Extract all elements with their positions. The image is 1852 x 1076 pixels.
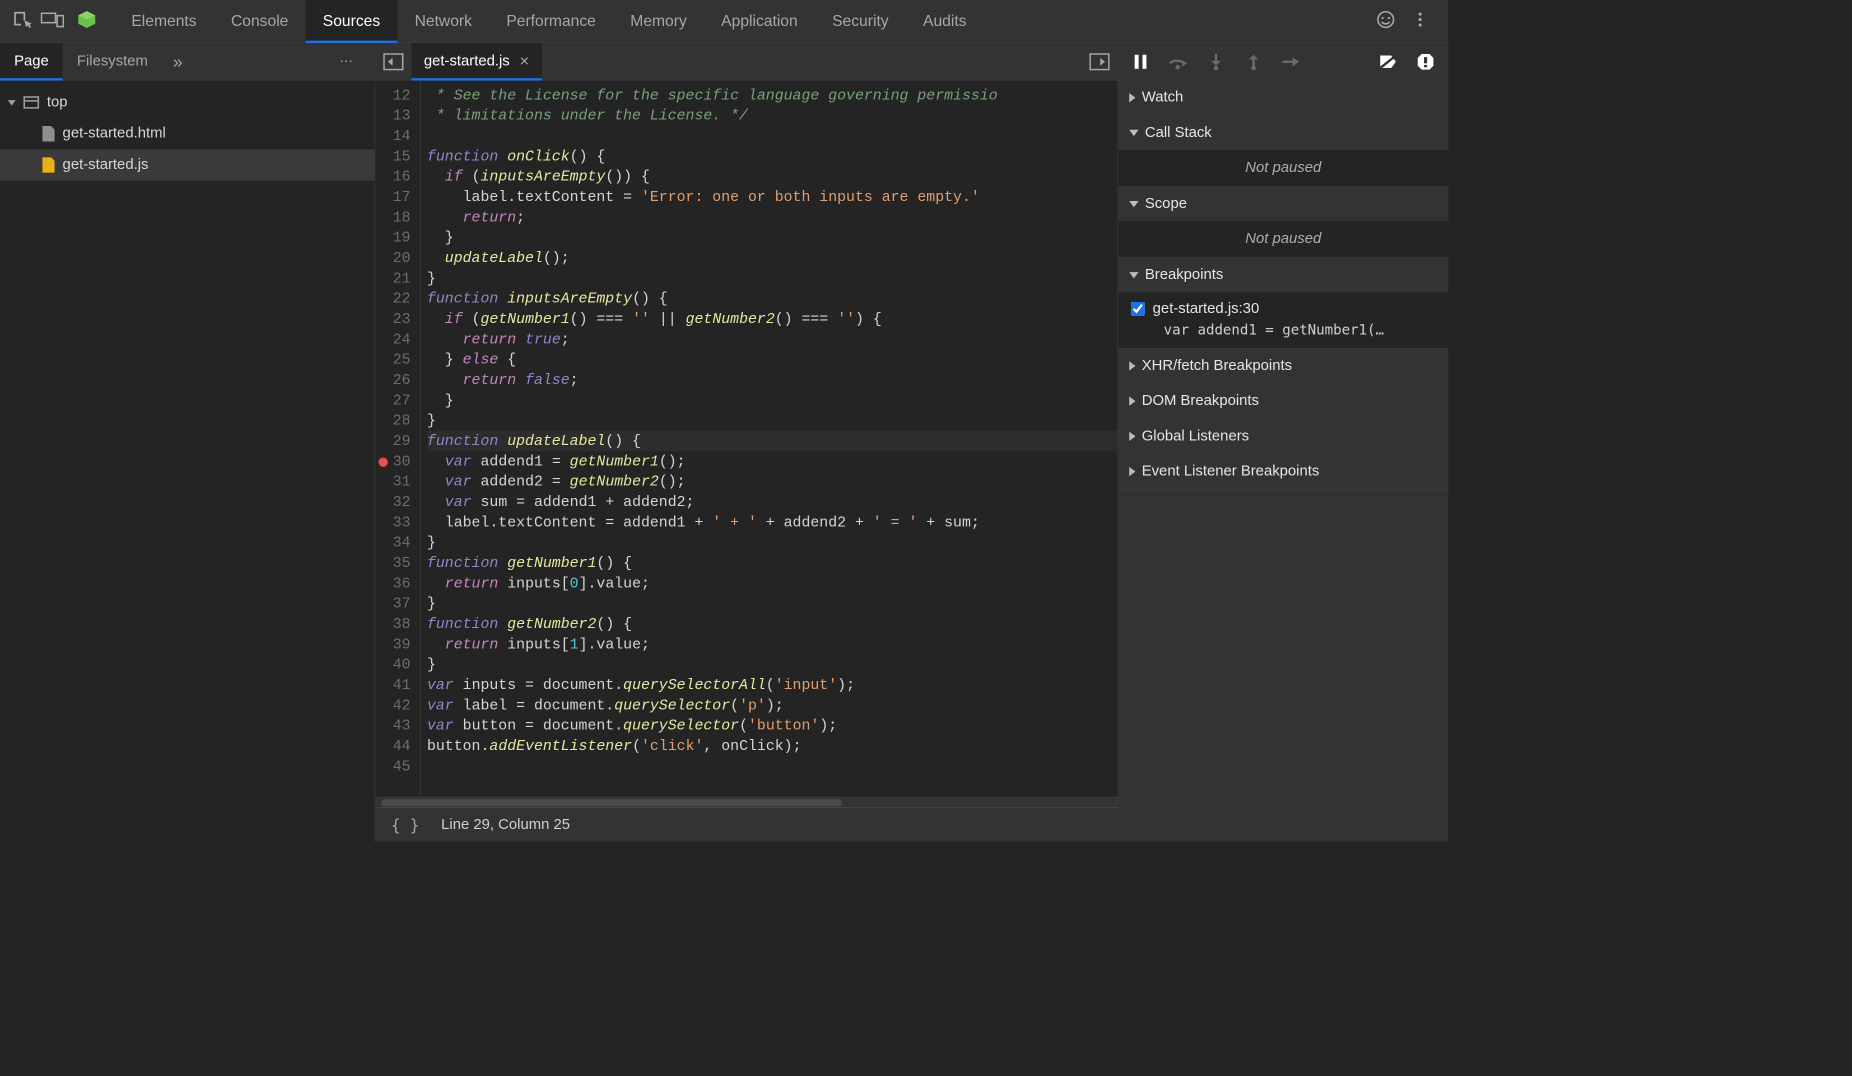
panel-tab-network[interactable]: Network (397, 0, 489, 42)
horizontal-scrollbar[interactable] (375, 797, 1117, 807)
navigator-tab-filesystem[interactable]: Filesystem (63, 43, 162, 80)
devtools-tab-strip: ElementsConsoleSourcesNetworkPerformance… (0, 0, 1448, 43)
file-tree: top get-started.html get-started.js (0, 81, 375, 181)
panel-tab-performance[interactable]: Performance (489, 0, 613, 42)
chevron-right-icon (1129, 396, 1135, 405)
js-file-icon (42, 157, 55, 173)
pause-icon[interactable] (1129, 50, 1152, 73)
editor-tab[interactable]: get-started.js ✕ (411, 43, 542, 80)
global-section-header[interactable]: Global Listeners (1118, 419, 1448, 453)
panel-tab-memory[interactable]: Memory (613, 0, 704, 42)
code-area[interactable]: * See the License for the specific langu… (421, 81, 1118, 797)
panel-tabs: ElementsConsoleSourcesNetworkPerformance… (114, 0, 984, 42)
callstack-section-header[interactable]: Call Stack (1118, 116, 1448, 150)
navigator-pane: PageFilesystem » ⋯ top get-started.html g… (0, 43, 375, 841)
watch-section-header[interactable]: Watch (1118, 81, 1448, 115)
editor-tab-label: get-started.js (424, 53, 510, 70)
callstack-body: Not paused (1118, 150, 1448, 186)
breakpoint-checkbox[interactable] (1131, 302, 1145, 316)
navigator-menu-icon[interactable]: ⋯ (322, 54, 371, 70)
chevron-down-icon (1129, 130, 1138, 136)
breakpoint-label: get-started.js:30 (1153, 300, 1260, 317)
pause-on-exceptions-icon[interactable] (1414, 50, 1437, 73)
node-icon[interactable] (77, 9, 97, 33)
show-debugger-icon[interactable] (1088, 50, 1111, 73)
deactivate-breakpoints-icon[interactable] (1376, 50, 1399, 73)
xhr-section-header[interactable]: XHR/fetch Breakpoints (1118, 349, 1448, 383)
chevron-down-icon (1129, 201, 1138, 207)
file-item[interactable]: get-started.js (0, 149, 375, 180)
editor-tabstrip: get-started.js ✕ (375, 43, 1117, 81)
device-toolbar-icon[interactable] (41, 11, 64, 32)
editor-statusbar: { } Line 29, Column 25 (375, 807, 1117, 841)
step-over-icon[interactable] (1167, 50, 1190, 73)
panel-tab-application[interactable]: Application (704, 0, 815, 42)
panel-tab-audits[interactable]: Audits (906, 0, 984, 42)
breakpoints-section-header[interactable]: Breakpoints (1118, 258, 1448, 292)
chevron-right-icon (1129, 432, 1135, 441)
document-file-icon (42, 126, 55, 142)
tree-top-frame[interactable]: top (0, 87, 375, 118)
cursor-position: Line 29, Column 25 (441, 816, 570, 833)
more-icon[interactable] (1411, 10, 1430, 33)
line-gutter[interactable]: 1213141516171819202122232425262728293031… (375, 81, 420, 797)
close-tab-icon[interactable]: ✕ (519, 54, 529, 70)
file-label: get-started.html (63, 125, 166, 142)
debugger-toolbar (1118, 43, 1448, 81)
breakpoint-preview: var addend1 = getNumber1(… (1118, 319, 1448, 348)
breakpoint-item[interactable]: get-started.js:30 (1118, 292, 1448, 319)
navigator-tabs: PageFilesystem » ⋯ (0, 43, 375, 81)
chevron-right-icon (1129, 467, 1135, 476)
pretty-print-icon[interactable]: { } (391, 815, 419, 834)
code-editor[interactable]: 1213141516171819202122232425262728293031… (375, 81, 1117, 797)
frame-icon (23, 96, 39, 109)
dom-section-header[interactable]: DOM Breakpoints (1118, 384, 1448, 418)
chevron-down-icon (1129, 272, 1138, 278)
step-icon[interactable] (1279, 50, 1302, 73)
tree-top-label: top (47, 94, 68, 111)
expand-icon (8, 100, 16, 105)
debugger-pane: Watch Call Stack Not paused Scope Not pa… (1118, 43, 1448, 841)
scope-body: Not paused (1118, 221, 1448, 257)
scope-section-header[interactable]: Scope (1118, 187, 1448, 221)
panel-tab-security[interactable]: Security (815, 0, 906, 42)
navigator-tab-page[interactable]: Page (0, 43, 63, 80)
panel-tab-elements[interactable]: Elements (114, 0, 214, 42)
step-into-icon[interactable] (1204, 50, 1227, 73)
panel-tab-console[interactable]: Console (214, 0, 306, 42)
more-tabs-icon[interactable]: » (162, 51, 193, 71)
feedback-icon[interactable] (1376, 10, 1395, 33)
toolbar-right (1376, 10, 1443, 33)
inspect-element-icon[interactable] (13, 10, 33, 33)
editor-pane: get-started.js ✕ 12131415161718192021222… (375, 43, 1118, 841)
show-navigator-icon[interactable] (382, 50, 405, 73)
step-out-icon[interactable] (1242, 50, 1265, 73)
file-label: get-started.js (63, 156, 149, 173)
chevron-right-icon (1129, 93, 1135, 102)
event-section-header[interactable]: Event Listener Breakpoints (1118, 454, 1448, 488)
breakpoints-body: get-started.js:30 var addend1 = getNumber… (1118, 292, 1448, 348)
file-item[interactable]: get-started.html (0, 118, 375, 149)
breakpoint-marker[interactable] (378, 457, 387, 466)
panel-tab-sources[interactable]: Sources (306, 0, 398, 42)
chevron-right-icon (1129, 361, 1135, 370)
toolbar-left (5, 9, 100, 33)
